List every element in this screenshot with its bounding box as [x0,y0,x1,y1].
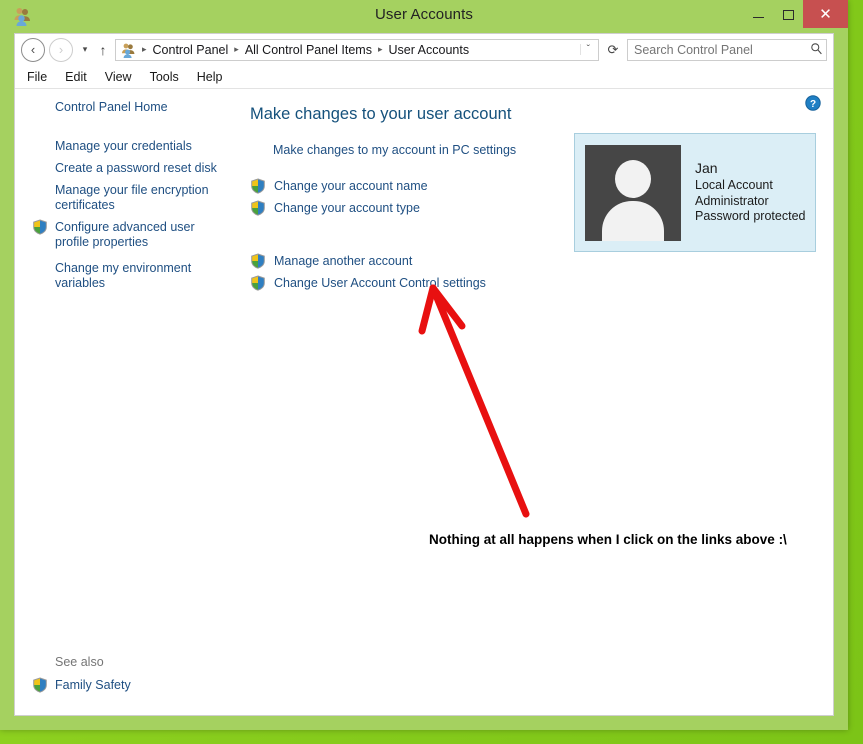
svg-text:?: ? [810,99,816,110]
breadcrumb-separator: ▸ [142,44,147,54]
minimize-button[interactable] [743,0,773,29]
breadcrumb-control-panel[interactable]: Control Panel [151,43,231,57]
breadcrumb-separator: ▸ [377,44,383,54]
avatar-head [615,159,651,198]
link-label: Change your account name [274,179,428,193]
menu-help[interactable]: Help [197,70,235,84]
maximize-icon [782,9,794,20]
window-titlebar[interactable]: User Accounts ✕ [0,0,848,33]
shield-icon [33,677,47,693]
forward-button[interactable]: › [49,37,73,62]
breadcrumb-separator: ▸ [234,44,239,54]
account-role: Administrator [695,193,769,208]
menu-bar: File Edit View Tools Help [15,65,833,89]
sidebar-item-create-a-password-reset-disk[interactable]: Create a password reset disk [55,161,220,176]
link-change-your-account-type[interactable]: Change your account type [250,200,420,216]
shield-icon [251,200,265,216]
address-bar[interactable]: ▸ Control Panel ▸ All Control Panel Item… [115,38,599,61]
link-manage-another-account[interactable]: Manage another account [250,253,412,269]
sidebar-item-manage-your-file-encryption-certificates[interactable]: Manage your file encryption certificates [55,183,220,213]
avatar [585,144,681,241]
search-icon[interactable] [806,42,826,58]
shield-icon [251,178,265,194]
menu-edit[interactable]: Edit [65,70,99,84]
main-content: ? Make changes to your user account Make… [233,89,833,715]
avatar-body [602,200,664,241]
window-controls: ✕ [743,0,848,29]
help-icon[interactable]: ? [805,95,821,111]
page-title: Make changes to your user account [250,105,512,123]
account-info: Jan Local Account Administrator Password… [695,159,806,225]
link-make-changes-in-pc-settings[interactable]: Make changes to my account in PC setting… [273,143,516,157]
account-summary-card: Jan Local Account Administrator Password… [574,133,816,252]
chevron-down-icon[interactable]: ˇ [579,44,598,55]
address-bar-user-accounts-icon [122,43,135,58]
close-button[interactable]: ✕ [803,0,848,28]
shield-icon [251,253,265,269]
account-name: Jan [695,159,718,176]
account-type: Local Account [695,178,773,192]
menu-tools[interactable]: Tools [150,70,191,84]
window-client-area: ‹ › ▾ ↑ ▸ Control Panel ▸ All Control Pa… [14,33,834,716]
sidebar-item-manage-your-credentials[interactable]: Manage your credentials [55,139,220,154]
maximize-button[interactable] [773,0,803,29]
sidebar-item-family-safety[interactable]: Family Safety [55,678,131,692]
search-input[interactable] [628,42,806,57]
sidebar-item-change-my-environment-variables[interactable]: Change my environment variables [55,261,220,291]
annotation-text: Nothing at all happens when I click on t… [429,532,787,547]
red-annotation-arrow [418,284,530,518]
up-one-level-button[interactable]: ↑ [93,42,113,58]
back-button[interactable]: ‹ [21,37,45,62]
shield-icon [251,275,265,291]
navigation-toolbar: ‹ › ▾ ↑ ▸ Control Panel ▸ All Control Pa… [15,34,833,65]
user-accounts-window: User Accounts ✕ ‹ › ▾ ↑ ▸ Control Panel … [0,0,848,730]
content-body: Control Panel Home Manage your credentia… [15,89,833,715]
sidebar-item-configure-advanced-user-profile-properties[interactable]: Configure advanced user profile properti… [55,220,220,250]
breadcrumb-all-control-panel-items[interactable]: All Control Panel Items [243,43,374,57]
recent-locations-dropdown-icon[interactable]: ▾ [77,44,93,55]
window-title: User Accounts [374,6,473,23]
link-label: Change your account type [274,201,420,215]
link-change-your-account-name[interactable]: Change your account name [250,178,428,194]
menu-file[interactable]: File [27,70,59,84]
shield-icon [33,219,47,235]
see-also-label: See also [55,655,104,669]
breadcrumb-user-accounts[interactable]: User Accounts [386,43,471,57]
sidebar: Control Panel Home Manage your credentia… [15,89,233,715]
menu-view[interactable]: View [105,70,144,84]
link-label: Manage another account [274,254,413,268]
minimize-icon [752,17,764,18]
link-label: Change User Account Control settings [274,276,486,290]
sidebar-item-control-panel-home[interactable]: Control Panel Home [55,100,220,115]
link-change-user-account-control-settings[interactable]: Change User Account Control settings [250,275,486,291]
refresh-icon[interactable]: ⟳ [602,42,624,58]
account-password-status: Password protected [695,209,806,223]
search-box[interactable] [627,38,827,61]
